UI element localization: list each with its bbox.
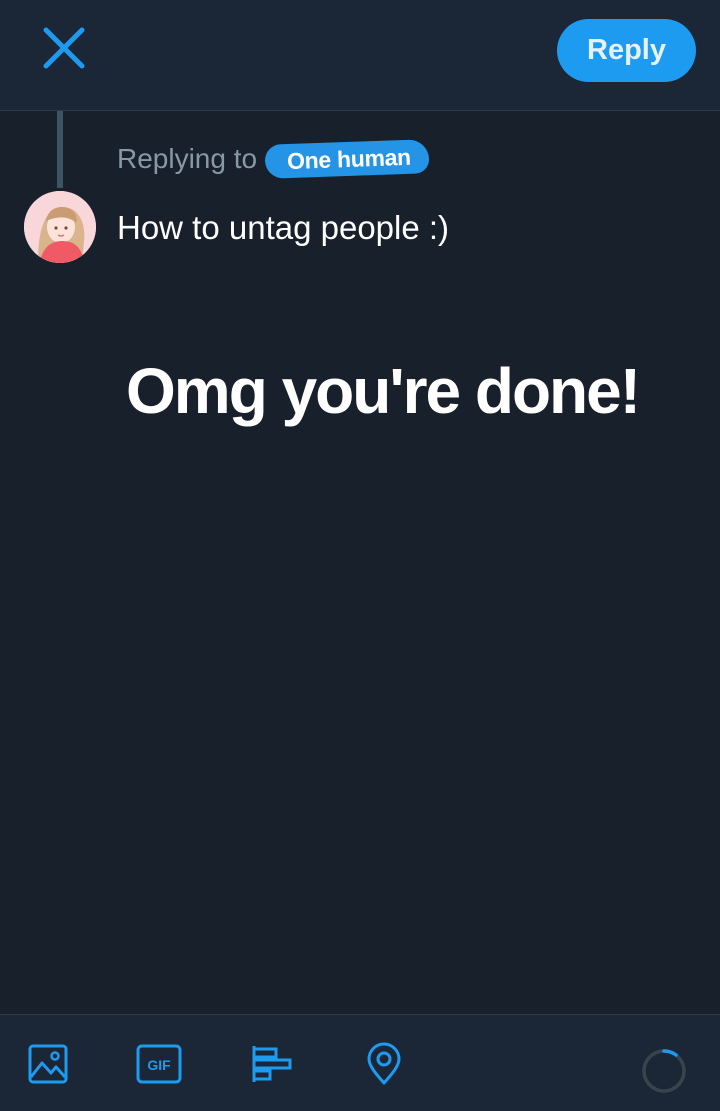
character-counter [636,1043,692,1099]
compose-reply-screen: Reply Replying to One human How to untag… [0,0,720,1111]
compose-text[interactable]: How to untag people :) [117,206,677,250]
add-poll-button[interactable] [240,1015,304,1111]
header-bar: Reply [0,0,720,111]
image-icon [28,1044,68,1083]
character-counter-ring-icon [642,1049,686,1093]
compose-toolbar: GIF [0,1014,720,1111]
replying-to-label: Replying to [117,143,258,174]
close-button[interactable] [38,25,90,71]
poll-icon [252,1045,292,1082]
thread-line [57,111,63,188]
reply-button[interactable]: Reply [557,19,696,82]
close-icon [43,27,85,69]
gif-icon: GIF [136,1044,182,1083]
add-image-button[interactable] [16,1015,80,1111]
avatar-image [24,191,96,263]
add-gif-button[interactable]: GIF [127,1015,191,1111]
location-icon [367,1042,401,1084]
overlay-caption: Omg you're done! [126,355,641,427]
avatar[interactable] [24,191,96,263]
gif-label: GIF [147,1057,171,1073]
add-location-button[interactable] [352,1015,416,1111]
replying-to: Replying to One human [117,139,430,179]
mention-tag[interactable]: One human [264,139,430,179]
